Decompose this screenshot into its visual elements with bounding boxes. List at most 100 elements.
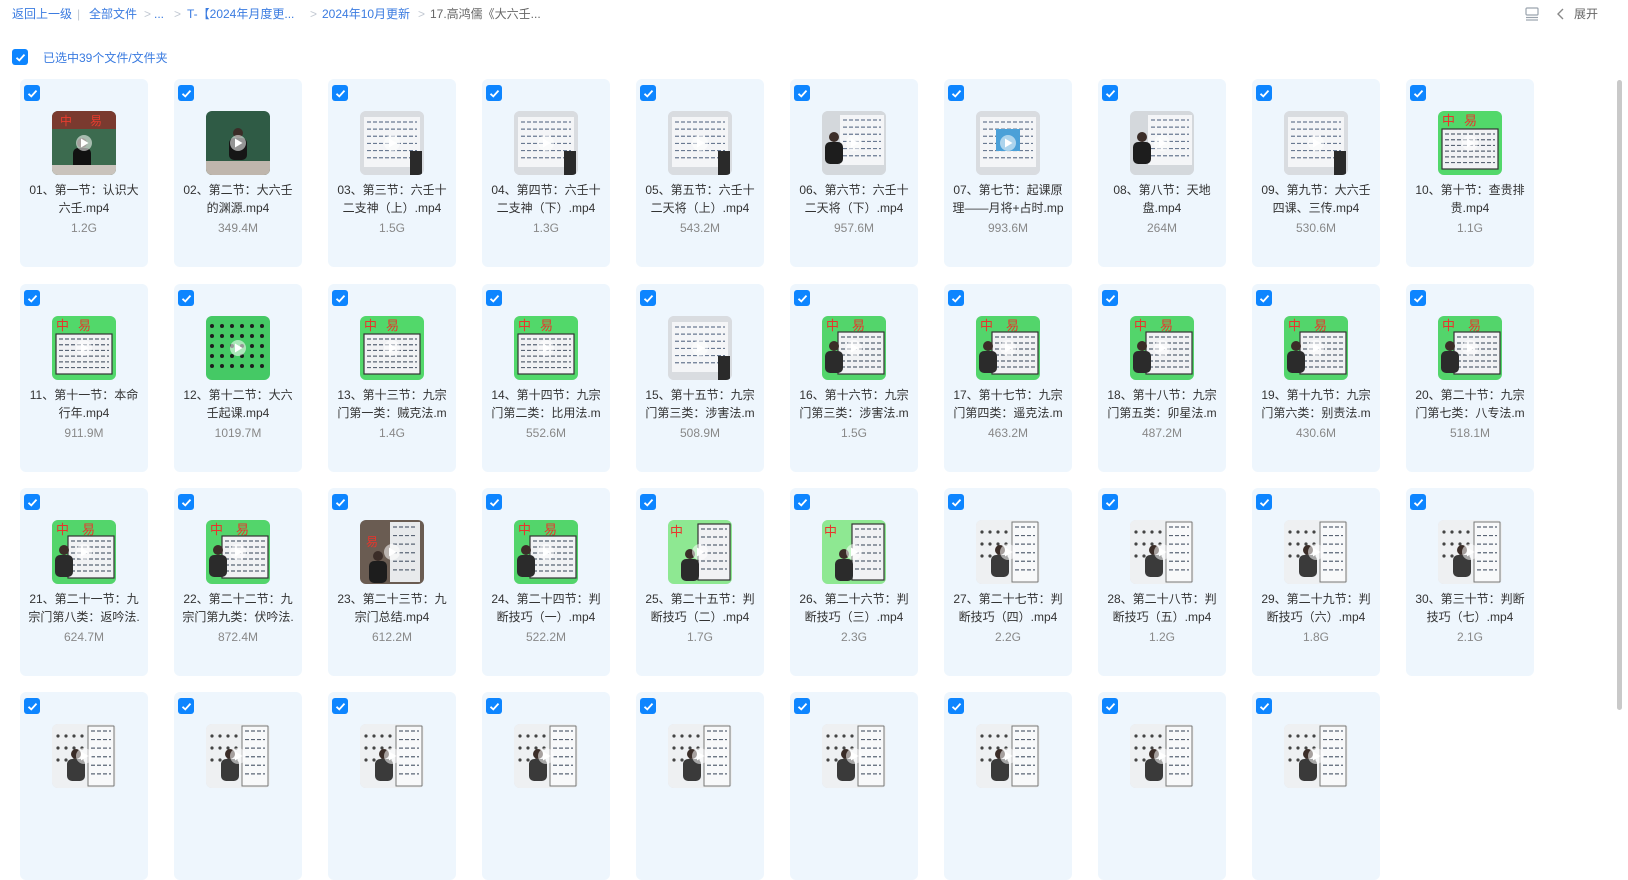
file-card[interactable]: 中易 21、第二十一节：九宗门第八类：返吟法.mp4 624.7M bbox=[20, 488, 148, 676]
file-name[interactable]: 20、第二十节：九宗门第七类：八专法.mp4 bbox=[1414, 386, 1526, 422]
file-card[interactable] bbox=[1252, 692, 1380, 880]
video-thumbnail[interactable] bbox=[976, 724, 1040, 788]
file-card[interactable]: 07、第七节：起课原理——月将+占时.mp4 993.6M bbox=[944, 79, 1072, 267]
file-checkbox[interactable] bbox=[178, 85, 194, 101]
file-card[interactable]: 中 25、第二十五节：判断技巧（二）.mp4 1.7G bbox=[636, 488, 764, 676]
file-checkbox[interactable] bbox=[640, 698, 656, 714]
video-thumbnail[interactable] bbox=[668, 316, 732, 380]
file-card[interactable]: 05、第五节：六壬十二天将（上）.mp4 543.2M bbox=[636, 79, 764, 267]
file-card[interactable]: 30、第三十节：判断技巧（七）.mp4 2.1G bbox=[1406, 488, 1534, 676]
file-card[interactable]: 中易 19、第十九节：九宗门第六类：别责法.mp4 430.6M bbox=[1252, 284, 1380, 472]
file-checkbox[interactable] bbox=[1256, 290, 1272, 306]
file-checkbox[interactable] bbox=[24, 698, 40, 714]
file-card[interactable]: 03、第三节：六壬十二支神（上）.mp4 1.5G bbox=[328, 79, 456, 267]
file-card[interactable]: 06、第六节：六壬十二天将（下）.mp4 957.6M bbox=[790, 79, 918, 267]
file-name[interactable]: 15、第十五节：九宗门第三类：涉害法.mp4 bbox=[644, 386, 756, 422]
file-name[interactable]: 01、第一节：认识大六壬.mp4 bbox=[28, 181, 140, 217]
video-thumbnail[interactable] bbox=[52, 724, 116, 788]
file-checkbox[interactable] bbox=[1102, 494, 1118, 510]
file-name[interactable]: 25、第二十五节：判断技巧（二）.mp4 bbox=[644, 590, 756, 626]
file-checkbox[interactable] bbox=[486, 85, 502, 101]
video-thumbnail[interactable]: 中易 bbox=[1130, 316, 1194, 380]
file-checkbox[interactable] bbox=[1256, 494, 1272, 510]
file-name[interactable]: 04、第四节：六壬十二支神（下）.mp4 bbox=[490, 181, 602, 217]
file-card[interactable] bbox=[790, 692, 918, 880]
file-name[interactable] bbox=[952, 794, 1064, 830]
video-thumbnail[interactable]: 中 bbox=[822, 520, 886, 584]
video-thumbnail[interactable]: 中易 bbox=[1438, 111, 1502, 175]
file-name[interactable] bbox=[798, 794, 910, 830]
file-checkbox[interactable] bbox=[794, 290, 810, 306]
file-name[interactable]: 07、第七节：起课原理——月将+占时.mp4 bbox=[952, 181, 1064, 217]
video-thumbnail[interactable] bbox=[822, 724, 886, 788]
file-checkbox[interactable] bbox=[486, 290, 502, 306]
file-checkbox[interactable] bbox=[948, 290, 964, 306]
file-card[interactable]: 中易 13、第十三节：九宗门第一类：贼克法.mp4 1.4G bbox=[328, 284, 456, 472]
video-thumbnail[interactable]: 中易 bbox=[822, 316, 886, 380]
file-card[interactable] bbox=[944, 692, 1072, 880]
file-name[interactable]: 16、第十六节：九宗门第三类：涉害法.mp4 bbox=[798, 386, 910, 422]
file-checkbox[interactable] bbox=[332, 85, 348, 101]
file-name[interactable]: 26、第二十六节：判断技巧（三）.mp4 bbox=[798, 590, 910, 626]
file-card[interactable] bbox=[482, 692, 610, 880]
file-card[interactable]: 中易 11、第十一节：本命行年.mp4 911.9M bbox=[20, 284, 148, 472]
file-name[interactable]: 29、第二十九节：判断技巧（六）.mp4 bbox=[1260, 590, 1372, 626]
video-thumbnail[interactable]: 中 bbox=[668, 520, 732, 584]
video-thumbnail[interactable]: 中易 bbox=[1284, 316, 1348, 380]
video-thumbnail[interactable] bbox=[976, 520, 1040, 584]
file-checkbox[interactable] bbox=[1256, 698, 1272, 714]
file-card[interactable]: 中易 20、第二十节：九宗门第七类：八专法.mp4 518.1M bbox=[1406, 284, 1534, 472]
video-thumbnail[interactable] bbox=[1284, 520, 1348, 584]
file-card[interactable]: 中易 01、第一节：认识大六壬.mp4 1.2G bbox=[20, 79, 148, 267]
file-checkbox[interactable] bbox=[332, 698, 348, 714]
video-thumbnail[interactable] bbox=[1130, 111, 1194, 175]
file-checkbox[interactable] bbox=[640, 85, 656, 101]
file-checkbox[interactable] bbox=[794, 85, 810, 101]
video-thumbnail[interactable] bbox=[822, 111, 886, 175]
video-thumbnail[interactable] bbox=[1438, 520, 1502, 584]
file-card[interactable]: 中 26、第二十六节：判断技巧（三）.mp4 2.3G bbox=[790, 488, 918, 676]
video-thumbnail[interactable]: 中易 bbox=[52, 111, 116, 175]
file-name[interactable]: 22、第二十二节：九宗门第九类：伏吟法.mp4 bbox=[182, 590, 294, 626]
file-checkbox[interactable] bbox=[178, 494, 194, 510]
file-checkbox[interactable] bbox=[948, 698, 964, 714]
file-checkbox[interactable] bbox=[1102, 290, 1118, 306]
file-card[interactable] bbox=[174, 692, 302, 880]
file-name[interactable]: 27、第二十七节：判断技巧（四）.mp4 bbox=[952, 590, 1064, 626]
file-checkbox[interactable] bbox=[794, 698, 810, 714]
file-name[interactable] bbox=[1260, 794, 1372, 830]
file-name[interactable]: 03、第三节：六壬十二支神（上）.mp4 bbox=[336, 181, 448, 217]
file-card[interactable] bbox=[20, 692, 148, 880]
file-card[interactable]: 易 23、第二十三节：九宗门总结.mp4 612.2M bbox=[328, 488, 456, 676]
video-thumbnail[interactable] bbox=[668, 724, 732, 788]
video-thumbnail[interactable]: 中易 bbox=[976, 316, 1040, 380]
file-card[interactable]: 中易 17、第十七节：九宗门第四类：遥克法.mp4 463.2M bbox=[944, 284, 1072, 472]
video-thumbnail[interactable]: 中易 bbox=[52, 520, 116, 584]
file-card[interactable]: 中易 24、第二十四节：判断技巧（一）.mp4 522.2M bbox=[482, 488, 610, 676]
file-name[interactable] bbox=[336, 794, 448, 830]
file-card[interactable]: 04、第四节：六壬十二支神（下）.mp4 1.3G bbox=[482, 79, 610, 267]
file-checkbox[interactable] bbox=[24, 290, 40, 306]
file-name[interactable]: 06、第六节：六壬十二天将（下）.mp4 bbox=[798, 181, 910, 217]
file-checkbox[interactable] bbox=[178, 698, 194, 714]
video-thumbnail[interactable] bbox=[1284, 724, 1348, 788]
file-card[interactable]: 中易 18、第十八节：九宗门第五类：卯星法.mp4 487.2M bbox=[1098, 284, 1226, 472]
file-card[interactable]: 中易 10、第十节：查贵排贵.mp4 1.1G bbox=[1406, 79, 1534, 267]
video-thumbnail[interactable]: 中易 bbox=[360, 316, 424, 380]
file-checkbox[interactable] bbox=[486, 494, 502, 510]
file-checkbox[interactable] bbox=[486, 698, 502, 714]
file-checkbox[interactable] bbox=[332, 290, 348, 306]
file-checkbox[interactable] bbox=[794, 494, 810, 510]
file-checkbox[interactable] bbox=[1410, 85, 1426, 101]
file-name[interactable]: 30、第三十节：判断技巧（七）.mp4 bbox=[1414, 590, 1526, 626]
file-checkbox[interactable] bbox=[332, 494, 348, 510]
file-checkbox[interactable] bbox=[948, 85, 964, 101]
video-thumbnail[interactable]: 中易 bbox=[514, 520, 578, 584]
video-thumbnail[interactable]: 易 bbox=[360, 520, 424, 584]
file-name[interactable]: 18、第十八节：九宗门第五类：卯星法.mp4 bbox=[1106, 386, 1218, 422]
video-thumbnail[interactable]: 中易 bbox=[514, 316, 578, 380]
file-card[interactable]: 中易 14、第十四节：九宗门第二类：比用法.mp4 552.6M bbox=[482, 284, 610, 472]
file-card[interactable]: 09、第九节：大六壬四课、三传.mp4 530.6M bbox=[1252, 79, 1380, 267]
file-name[interactable]: 17、第十七节：九宗门第四类：遥克法.mp4 bbox=[952, 386, 1064, 422]
video-thumbnail[interactable] bbox=[206, 316, 270, 380]
